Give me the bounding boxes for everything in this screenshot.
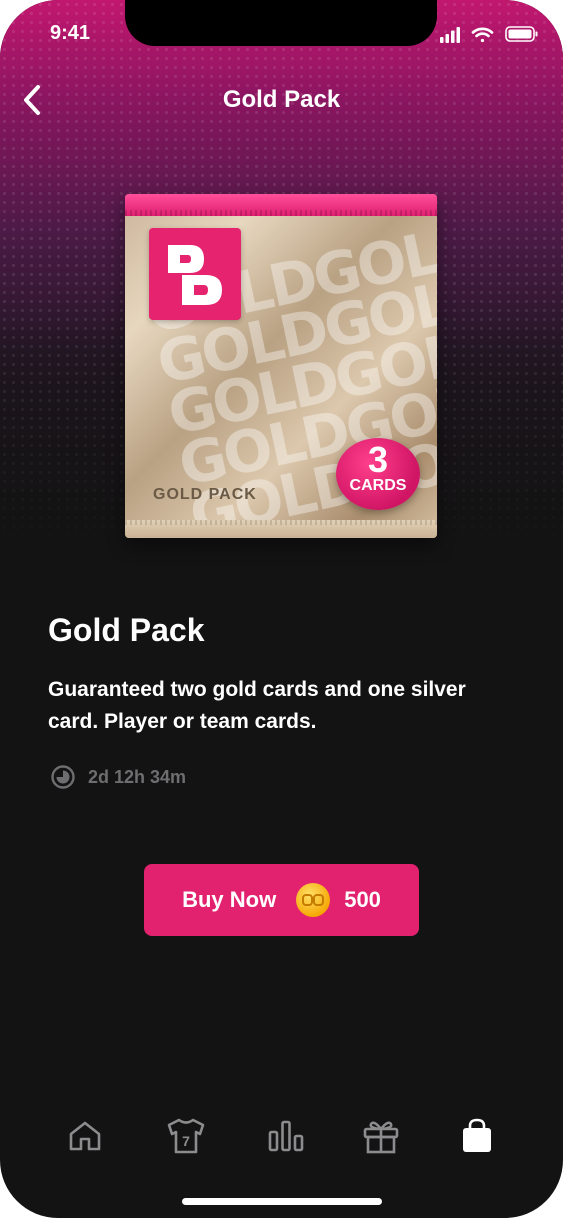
status-icons: [440, 26, 538, 43]
tab-home[interactable]: [61, 1112, 109, 1160]
brand-logo: [149, 228, 241, 320]
card-count-badge: 3 CARDS: [336, 438, 420, 510]
battery-icon: [505, 26, 538, 42]
tab-bar: 7: [0, 1112, 563, 1164]
wifi-icon: [471, 27, 494, 43]
device-notch: [125, 0, 437, 46]
time-remaining: 2d 12h 34m: [88, 766, 187, 787]
home-icon: [69, 1121, 101, 1151]
page-title: Gold Pack: [222, 86, 341, 113]
price: 500: [344, 887, 381, 912]
navigation-bar: Gold Pack: [0, 78, 563, 122]
svg-text:7: 7: [182, 1133, 190, 1149]
coin-icon: [296, 883, 331, 917]
timer-row: 2d 12h 34m: [50, 764, 186, 790]
home-indicator[interactable]: [182, 1198, 382, 1205]
tab-leaderboard[interactable]: [262, 1112, 310, 1160]
jersey-icon: 7: [167, 1118, 205, 1154]
card-count: 3: [367, 439, 389, 480]
brand-logo-icon: [168, 245, 222, 305]
phone-screen: 9:41 Gold Pack GOLD GOLDGOLD GOLDGOLD GO…: [0, 0, 563, 1218]
leaderboard-icon: [268, 1120, 304, 1152]
tab-shop[interactable]: [453, 1112, 501, 1160]
status-time: 9:41: [50, 22, 91, 44]
product-title: Gold Pack: [48, 612, 205, 648]
shopping-bag-icon: [463, 1118, 491, 1152]
gift-icon: [363, 1121, 399, 1154]
pack-top-seal: [125, 194, 437, 216]
tab-rewards[interactable]: [357, 1112, 405, 1160]
signal-icon: [440, 27, 460, 43]
buy-now-label: Buy Now: [182, 887, 277, 912]
coin-logo-icon: [302, 894, 325, 906]
card-count-label: CARDS: [349, 477, 407, 494]
pack-bottom-seal: [125, 520, 437, 538]
clock-icon: [51, 765, 75, 789]
product-description: Guaranteed two gold cards and one silver…: [48, 678, 466, 733]
pack-wrapper: GOLD GOLD GOLD GOLD GOLD GOLD GOLD GOLD GOLD…: [125, 194, 437, 538]
pack-label: GOLD PACK: [153, 486, 257, 503]
pack-image: GOLD GOLD GOLD GOLD GOLD GOLD GOLD GOLD GOLD…: [125, 194, 437, 538]
buy-now-button[interactable]: Buy Now 500: [144, 864, 419, 936]
tab-cards[interactable]: 7: [162, 1112, 210, 1160]
